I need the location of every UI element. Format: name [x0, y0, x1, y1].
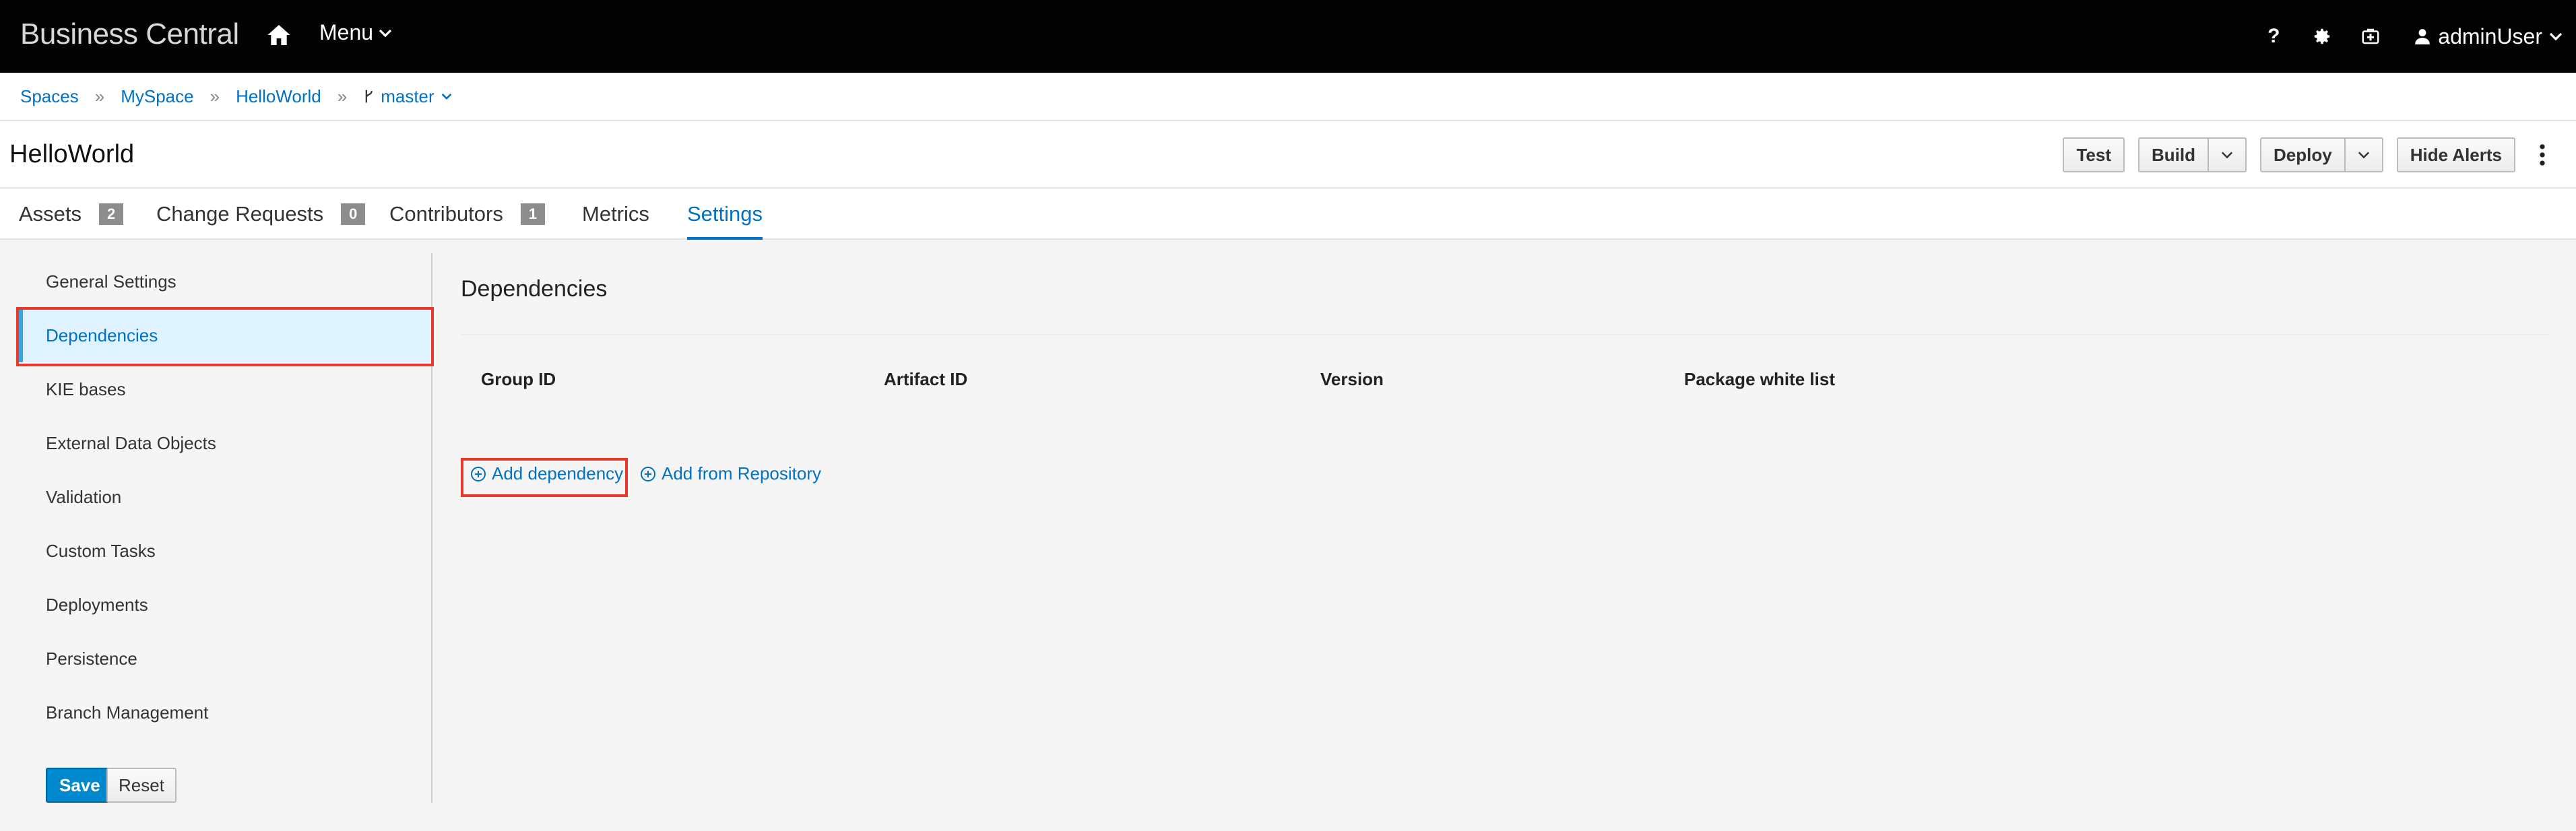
- help-icon[interactable]: ?: [2260, 23, 2287, 50]
- breadcrumb-spaces[interactable]: Spaces: [20, 86, 79, 107]
- count-badge: 1: [520, 203, 546, 225]
- breadcrumb-separator-icon: »: [337, 86, 348, 106]
- plus-circle-icon: [641, 466, 655, 481]
- sidebar-item-general-settings[interactable]: General Settings: [19, 255, 432, 308]
- sidebar-item-kie-bases[interactable]: KIE bases: [19, 362, 432, 416]
- page-title: HelloWorld: [9, 140, 135, 168]
- tab-label: Assets: [19, 202, 82, 226]
- build-button[interactable]: Build: [2138, 137, 2210, 172]
- project-header: HelloWorld Test Build Deploy Hide Alerts: [0, 121, 2576, 189]
- sidebar-item-external-data-objects[interactable]: External Data Objects: [19, 416, 432, 470]
- sidebar-item-persistence[interactable]: Persistence: [19, 632, 432, 686]
- add-from-repository-link[interactable]: Add from Repository: [640, 463, 821, 484]
- column-header-package-white-list: Package white list: [1684, 369, 1835, 389]
- add-dependency-label: Add dependency: [492, 463, 624, 484]
- user-menu[interactable]: adminUser: [2414, 24, 2563, 49]
- branch-selector[interactable]: master: [363, 86, 451, 107]
- tab-label: Change Requests: [156, 202, 324, 226]
- test-button[interactable]: Test: [2063, 137, 2125, 172]
- project-toolbar: Test Build Deploy Hide Alerts: [2063, 137, 2556, 172]
- add-from-repository-label: Add from Repository: [662, 463, 821, 484]
- tab-label: Settings: [687, 202, 763, 226]
- chevron-down-icon: [2549, 32, 2563, 41]
- sidebar-item-deployments[interactable]: Deployments: [19, 578, 432, 632]
- project-tabs: Assets 2 Change Requests 0 Contributors …: [0, 189, 2576, 240]
- tab-metrics[interactable]: Metrics: [582, 189, 649, 240]
- menu-button[interactable]: Menu: [319, 20, 392, 45]
- kebab-menu-icon[interactable]: [2529, 137, 2556, 172]
- brand-logo[interactable]: Business Central: [20, 18, 239, 51]
- reset-button[interactable]: Reset: [106, 768, 176, 803]
- breadcrumb-myspace[interactable]: MySpace: [121, 86, 193, 107]
- tab-label: Metrics: [582, 202, 649, 226]
- column-header-version: Version: [1320, 369, 1384, 389]
- home-icon[interactable]: [265, 22, 292, 48]
- tab-assets[interactable]: Assets 2: [19, 189, 124, 240]
- sidebar-item-custom-tasks[interactable]: Custom Tasks: [19, 524, 432, 578]
- add-dependency-link[interactable]: Add dependency: [470, 463, 623, 484]
- deploy-split-button: Deploy: [2260, 137, 2383, 172]
- menu-label: Menu: [319, 20, 374, 44]
- gear-icon[interactable]: [2309, 23, 2336, 50]
- deploy-button[interactable]: Deploy: [2260, 137, 2346, 172]
- breadcrumb-helloworld[interactable]: HelloWorld: [236, 86, 321, 107]
- tab-settings[interactable]: Settings: [687, 189, 763, 240]
- user-icon: [2415, 29, 2430, 44]
- sidebar-item-validation[interactable]: Validation: [19, 470, 432, 524]
- divider: [461, 334, 2549, 335]
- sidebar-item-branch-management[interactable]: Branch Management: [19, 686, 432, 739]
- tab-change-requests[interactable]: Change Requests 0: [156, 189, 366, 240]
- build-dropdown-toggle[interactable]: [2209, 137, 2247, 172]
- branch-label: master: [381, 86, 434, 106]
- hide-alerts-button[interactable]: Hide Alerts: [2396, 137, 2515, 172]
- plus-circle-icon: [471, 466, 486, 481]
- breadcrumb-separator-icon: »: [210, 86, 220, 106]
- column-header-artifact-id: Artifact ID: [884, 369, 968, 389]
- save-button[interactable]: Save: [46, 768, 114, 803]
- chevron-down-icon: [2358, 152, 2369, 159]
- breadcrumb-separator-icon: »: [94, 86, 105, 106]
- top-navbar: Business Central Menu ? adminUser: [0, 0, 2576, 73]
- build-split-button: Build: [2138, 137, 2247, 172]
- chevron-down-icon: [379, 29, 392, 37]
- column-header-group-id: Group ID: [481, 369, 556, 389]
- chevron-down-icon: [441, 93, 451, 100]
- settings-sidebar: General Settings Dependencies KIE bases …: [0, 253, 432, 803]
- count-badge: 0: [341, 203, 366, 225]
- first-aid-kit-icon[interactable]: [2357, 23, 2384, 50]
- chevron-down-icon: [2221, 152, 2233, 159]
- breadcrumb: Spaces » MySpace » HelloWorld » master: [0, 73, 2576, 121]
- section-title: Dependencies: [461, 276, 608, 302]
- deploy-dropdown-toggle[interactable]: [2345, 137, 2383, 172]
- tab-label: Contributors: [389, 202, 503, 226]
- tab-contributors[interactable]: Contributors 1: [389, 189, 546, 240]
- sidebar-item-dependencies[interactable]: Dependencies: [19, 308, 432, 362]
- user-name: adminUser: [2438, 24, 2542, 48]
- branch-icon: [365, 90, 373, 103]
- top-right-actions: ? adminUser: [2239, 0, 2563, 73]
- count-badge: 2: [99, 203, 124, 225]
